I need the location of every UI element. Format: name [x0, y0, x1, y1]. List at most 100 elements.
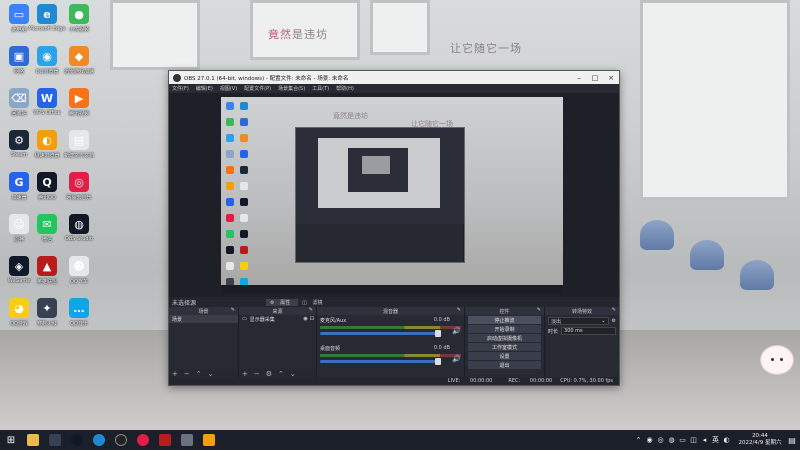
menu-item[interactable]: 配置文件(P)	[244, 85, 271, 92]
control-button[interactable]: 开始录制	[468, 325, 541, 333]
menu-item[interactable]: 编辑(E)	[196, 85, 213, 92]
obs-window[interactable]: OBS 27.0.1 (64-bit, windows) - 配置文件: 未命名…	[168, 70, 620, 386]
desktop-icon[interactable]: ● 小优视频	[61, 4, 97, 33]
game-icon	[159, 434, 171, 446]
taskbar-app[interactable]	[44, 430, 66, 450]
control-button[interactable]: 设置	[468, 352, 541, 360]
preview-caption-left: 竟然是违坊	[333, 112, 368, 120]
taskbar-app-2[interactable]	[176, 430, 198, 450]
tray-display-icon[interactable]: ▭	[677, 436, 688, 444]
control-button[interactable]: 停止推流	[468, 316, 541, 324]
menu-item[interactable]: 视图(V)	[220, 85, 237, 92]
desktop-icon-grid: ▭ 此电脑 e Microsoft Edge ● 小优视频 ▣ 网络 ◉ QQ浏览器 ◆ 迅雷游戏加速…	[0, 0, 110, 420]
sources-dock-title: 来源	[272, 308, 283, 315]
input-method-icon[interactable]: 英	[710, 435, 721, 445]
lock-icon[interactable]: ⊡	[310, 316, 314, 322]
chevron-down-icon: ⌄	[601, 318, 606, 324]
preview-mini-icon	[240, 102, 248, 110]
source-toolbar: 未选择源 ⚙ 属性 ◫ 滤镜	[169, 297, 619, 307]
pin-icon[interactable]: ✎	[457, 307, 461, 313]
pin-icon[interactable]: ✎	[309, 307, 313, 313]
menu-item[interactable]: 文件(F)	[172, 85, 189, 92]
wallpaper-caption-right: 让它随它一场	[450, 42, 522, 55]
control-button[interactable]: 工作室模式	[468, 343, 541, 351]
menu-item[interactable]: 工具(T)	[312, 85, 329, 92]
start-button[interactable]: ⊞	[0, 430, 22, 450]
notification-icon[interactable]: ▤	[784, 436, 800, 445]
volume-slider[interactable]	[320, 330, 441, 337]
taskbar-obs[interactable]	[110, 430, 132, 450]
duration-label: 时长	[548, 328, 559, 335]
tray-app-icon[interactable]: ◍	[666, 436, 677, 444]
desktop-icon[interactable]: e Microsoft Edge	[29, 4, 65, 32]
netease-music-icon	[137, 434, 149, 446]
duration-input[interactable]: 300 ms	[561, 327, 616, 335]
desktop-icon[interactable]: ✦ 穿越火线	[29, 298, 65, 327]
mixer-channel-desktop: 桌面音频 0.0 dB 🔊	[317, 343, 464, 371]
desktop-icon[interactable]: ✉ 微信	[29, 214, 65, 243]
preview-nested-canvas	[318, 138, 440, 208]
maximize-icon[interactable]: □	[587, 74, 603, 82]
desktop-icon[interactable]: ▶ 腾讯视频	[61, 88, 97, 117]
preview-mini-icon	[226, 230, 234, 238]
tencent-video-icon: ▶	[69, 88, 89, 108]
tab-filters[interactable]: ◫ 滤镜	[298, 299, 330, 306]
desktop-icon[interactable]: ▲ 英雄联盟	[29, 256, 65, 285]
speaker-icon[interactable]: 🔊	[452, 327, 461, 335]
desktop-icon[interactable]: ▤ 新建文本文档	[61, 130, 97, 159]
tray-app-icon[interactable]: ◎	[655, 436, 666, 444]
desktop-icon[interactable]: ◍ OBS Studio	[61, 214, 97, 242]
close-icon[interactable]: ×	[603, 74, 619, 82]
settings-gear-icon[interactable]: ⚙	[612, 318, 616, 324]
desktop-icon-label: 极速浏览器	[34, 153, 60, 159]
obs-icon	[115, 434, 127, 446]
desktop-icon[interactable]: … QQ音乐	[61, 298, 97, 327]
desktop-icon-label: 腾讯视频	[68, 111, 89, 117]
desktop-icon[interactable]: ☻ QQ飞车	[61, 256, 97, 285]
transition-select[interactable]: 淡出 ⌄	[548, 317, 609, 325]
mixer-dock-title: 混音器	[382, 308, 398, 315]
source-item[interactable]: ▭ 显示器采集 ◉ ⊡	[239, 315, 316, 323]
desktop-icon[interactable]: W WPS Office	[29, 88, 65, 116]
scene-item[interactable]: 场景	[169, 315, 238, 323]
tray-app-icon[interactable]: ◐	[721, 436, 732, 444]
desktop-icon[interactable]: ◆ 迅雷游戏加速	[61, 46, 97, 75]
menu-item[interactable]: 帮助(H)	[336, 85, 354, 92]
desktop-icon-label: 迅雷游戏加速	[63, 69, 94, 75]
taskbar-edge[interactable]	[88, 430, 110, 450]
desktop-icon[interactable]: ◉ QQ浏览器	[29, 46, 65, 75]
preview-area[interactable]: 竟然是违坊 让它随它一场	[169, 93, 619, 297]
control-button[interactable]: 退出	[468, 361, 541, 369]
network-icon[interactable]: ◫	[688, 436, 699, 444]
preview-canvas[interactable]: 竟然是违坊 让它随它一场	[221, 97, 563, 293]
desktop-icon[interactable]: Q 腾讯QQ	[29, 172, 65, 201]
volume-slider[interactable]	[320, 358, 441, 365]
speed-browser-icon: ◐	[37, 130, 57, 150]
taskbar-game[interactable]	[154, 430, 176, 450]
scenes-dock: 场景 ✎ 场景 + − ⌃ ⌄	[169, 307, 239, 379]
clock[interactable]: 20:44 2022/4/9 星期六	[736, 433, 784, 447]
desktop-icon[interactable]: ◐ 极速浏览器	[29, 130, 65, 159]
pin-icon[interactable]: ✎	[231, 307, 235, 313]
preview-mini-icon	[240, 262, 248, 270]
taskbar-qq[interactable]	[66, 430, 88, 450]
minimize-icon[interactable]: –	[571, 74, 587, 82]
app-icon	[203, 434, 215, 446]
tab-properties[interactable]: ⚙ 属性	[266, 298, 299, 306]
preview-mini-icon	[226, 214, 234, 222]
taskbar-netease[interactable]	[132, 430, 154, 450]
tray-expand-icon[interactable]: ⌃	[633, 436, 644, 444]
desktop-icon[interactable]: ◎ 网易云音乐	[61, 172, 97, 201]
speaker-icon[interactable]: 🔊	[452, 355, 461, 363]
pin-icon[interactable]: ✎	[537, 307, 541, 313]
wallpaper-chair	[640, 220, 674, 250]
visibility-icon[interactable]: ◉	[303, 316, 307, 322]
obs-title-bar[interactable]: OBS 27.0.1 (64-bit, windows) - 配置文件: 未命名…	[169, 71, 619, 84]
taskbar-file-explorer[interactable]	[22, 430, 44, 450]
tray-app-icon[interactable]: ◉	[644, 436, 655, 444]
pin-icon[interactable]: ✎	[612, 307, 616, 313]
volume-icon[interactable]: ◂	[699, 436, 710, 444]
taskbar-app-3[interactable]	[198, 430, 220, 450]
control-button[interactable]: 启动虚拟摄像机	[468, 334, 541, 342]
menu-item[interactable]: 场景集合(S)	[278, 85, 305, 92]
